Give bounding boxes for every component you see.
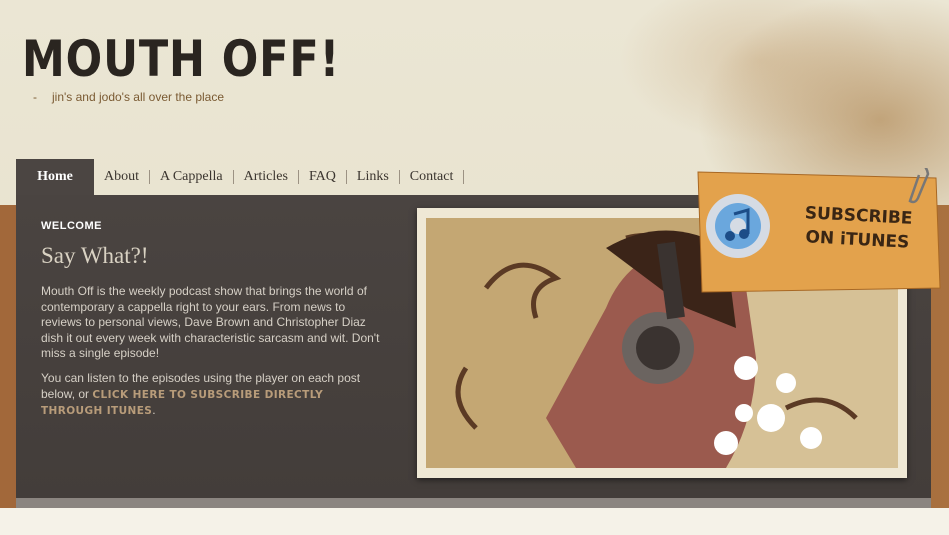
content-area-start: [0, 508, 949, 535]
nav-home[interactable]: Home: [16, 159, 94, 195]
nav-faq[interactable]: FAQ: [299, 170, 347, 184]
main-nav: Home About A Cappella Articles FAQ Links…: [16, 159, 465, 195]
site-tagline: jin's and jodo's all over the place: [52, 90, 225, 104]
nav-links[interactable]: Links: [347, 170, 400, 184]
nav-contact[interactable]: Contact: [400, 170, 465, 184]
page-heading: Say What?!: [41, 243, 149, 268]
listen-paragraph: You can listen to the episodes using the…: [41, 371, 386, 420]
nav-items: About A Cappella Articles FAQ Links Cont…: [104, 159, 465, 195]
nav-a-cappella[interactable]: A Cappella: [150, 170, 234, 184]
nav-articles[interactable]: Articles: [234, 170, 299, 184]
panel-bottom-edge: [16, 498, 931, 508]
section-label: WELCOME: [41, 220, 102, 232]
subscribe-tag-text[interactable]: SUBSCRIBE ON iTUNES: [787, 200, 929, 255]
tagline-dash: -: [33, 90, 37, 104]
intro-paragraph: Mouth Off is the weekly podcast show tha…: [41, 284, 380, 360]
nav-about[interactable]: About: [104, 170, 150, 184]
site-logo[interactable]: MOUTH OFF!: [22, 34, 340, 84]
listen-suffix: .: [152, 403, 156, 417]
